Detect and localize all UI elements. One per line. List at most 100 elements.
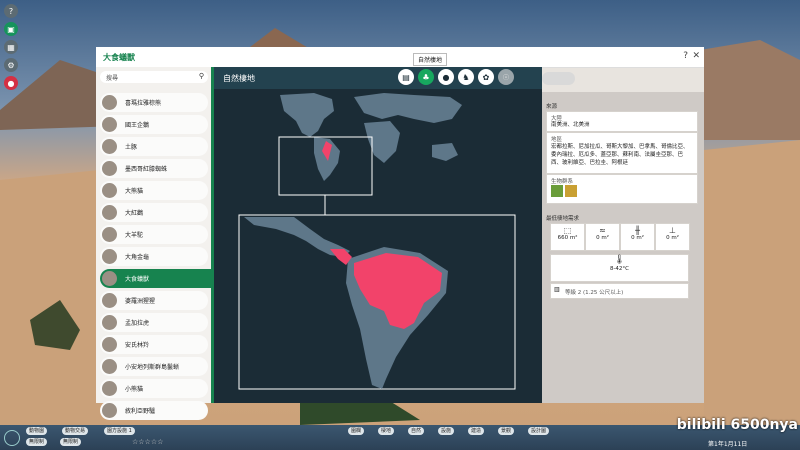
climbing-area-value: 0 m² [631,235,644,241]
continent-card: 大陸 南美洲、北美洲 [546,111,698,132]
tropical-biome-icon [551,185,563,197]
animal-avatar [102,315,117,330]
pin-button[interactable] [542,72,575,85]
habitat-tab-icon[interactable]: ♣ [418,69,434,85]
blueprint-button[interactable]: 設計圖 [528,427,550,435]
left-hud: ? ▣ ▦ ⚙ ● [4,4,20,94]
origin-label: 來源 [546,104,558,110]
habitat-button[interactable]: 棲地 [378,427,395,435]
water-area-stat: ≈0 m² [585,223,620,251]
animal-list-item[interactable]: 土豚 [100,137,208,156]
animal-name: 安氏林羚 [125,342,150,349]
rating-stars: ☆☆☆☆☆ [132,438,164,446]
animal-list-item[interactable]: 大食蟻獸 [100,269,212,288]
animal-list-item[interactable]: 大羊駝 [100,225,208,244]
calendar-icon[interactable]: ▦ [4,40,18,54]
biome-card: 生物群系 [546,174,698,204]
research-readout: 無限制 [60,438,82,446]
animal-list-item[interactable]: 墨西哥紅膝蜘蛛 [100,159,208,178]
info-tab-icon[interactable]: ▤ [398,69,414,85]
region-card: 地區 宏都拉斯、尼加拉瓜、哥斯大黎加、巴拿馬、哥倫比亞、委內瑞拉、厄瓜多、蓋亞那… [546,132,698,174]
animal-name: 孟加拉虎 [125,320,150,327]
animal-list-item[interactable]: 大熊貓 [100,181,208,200]
deep-water-stat: ⊥ 0 m² [655,223,690,251]
deep-water-icon: ⊥ [669,226,676,235]
animal-avatar [102,293,117,308]
help-button[interactable]: ? [683,51,688,61]
animal-avatar [102,337,117,352]
scenery-button[interactable]: 景觀 [498,427,515,435]
title-bar: 大食蟻獸 自然棲地 ? ✕ [96,47,704,68]
animal-avatar [102,381,117,396]
trade-button[interactable]: 動物交易 [62,427,89,435]
bilibili-watermark: bilibili 6500nya [676,417,798,433]
fence-card: ▥ 等級 2 (1.25 公尺以上) [550,283,689,299]
animal-avatar [102,95,117,110]
grassland-biome-icon [565,185,577,197]
north-america-shape [280,93,334,137]
fence-value: 等級 2 (1.25 公尺以上) [565,290,624,296]
facilities-button[interactable]: 園方設施 1 [104,427,135,435]
animal-list-item[interactable]: 大紅鸛 [100,203,208,222]
search-input[interactable]: 搜尋 ⚲ [100,71,208,83]
animal-list-item[interactable]: 安氏林羚 [100,335,208,354]
zoo-status-icon[interactable] [4,430,20,446]
animal-list-item[interactable]: 喜瑪拉雅棕熊 [100,93,208,112]
deep-water-value: 0 m² [666,235,679,241]
animal-avatar [102,139,117,154]
date-readout: 第1年1月11日 [708,441,748,448]
eurasia-shape [354,93,462,123]
details-panel: 來源 大陸 南美洲、北美洲 地區 宏都拉斯、尼加拉瓜、哥斯大黎加、巴拿馬、哥倫比… [542,92,704,403]
animal-avatar [102,403,117,418]
animal-list-item[interactable]: 小熊貓 [100,379,208,398]
animal-name: 小熊貓 [125,386,144,393]
animal-list-item[interactable]: 大角金龜 [100,247,208,266]
animal-name: 大食蟻獸 [125,276,150,283]
animal-avatar [102,161,117,176]
breeding-tab-icon[interactable]: ☉ [498,69,514,85]
staff-alert-icon[interactable]: ● [4,76,18,90]
animal-sidebar: 搜尋 ⚲ 喜瑪拉雅棕熊 國王企鵝土豚墨西哥紅膝蜘蛛 大熊貓大紅鸛大羊駝大角金龜大食蟻… [96,67,214,420]
temperature-value: 8-42°C [609,266,630,272]
nature-button[interactable]: 自然 [408,427,425,435]
settings-icon[interactable]: ⚙ [4,58,18,72]
animal-name: 土豚 [125,144,138,151]
australia-shape [432,143,458,161]
animal-list-item[interactable]: 小安地列斯群島鬣蜥 [100,357,208,376]
build-button[interactable]: 建造 [468,427,485,435]
animal-name: 墨西哥紅膝蜘蛛 [125,166,168,173]
animal-list-item[interactable]: 孟加拉虎 [100,313,208,332]
animal-name: 喜瑪拉雅棕熊 [125,100,162,107]
biome-label: 生物群系 [551,179,574,185]
main-header: 自然棲地 ▤ ♣ ● ♞ ✿ ☉ [214,67,542,89]
help-icon[interactable]: ? [4,4,18,18]
window-title: 大食蟻獸 [103,53,135,62]
animal-name: 國王企鵝 [125,122,150,129]
water-area-value: 0 m² [596,235,609,241]
section-title: 自然棲地 [223,74,255,83]
social-tab-icon[interactable]: ✿ [478,69,494,85]
animal-avatar [102,271,117,286]
enclosure-button[interactable]: 圍欄 [348,427,365,435]
animal-name: 大熊貓 [125,188,144,195]
money-readout: 無限制 [26,438,48,446]
thermometer-icon: 🌡 [613,255,626,265]
land-area-value: 660 m² [557,235,578,241]
continent-value: 南美洲、北美洲 [551,122,590,128]
animal-list-item[interactable]: 婆羅洲猩猩 [100,291,208,310]
zoo-button[interactable]: 動物園 [26,427,48,435]
zoopedia-icon[interactable]: ▣ [4,22,18,36]
fence-icon: ▥ [554,286,560,293]
close-button[interactable]: ✕ [692,51,700,61]
climbing-area-icon: ╫ [635,226,640,235]
animal-list-item[interactable]: 國王企鵝 [100,115,208,134]
land-area-icon: ⬚ [563,226,572,235]
enrichment-tab-icon[interactable]: ♞ [458,69,474,85]
region-value: 宏都拉斯、尼加拉瓜、哥斯大黎加、巴拿馬、哥倫比亞、委內瑞拉、厄瓜多、蓋亞那、蘇利… [551,144,689,166]
diet-tab-icon[interactable]: ● [438,69,454,85]
tab-tooltip: 自然棲地 [413,53,448,66]
animal-list-item[interactable]: 敘利亞野驢 [100,401,208,420]
animal-avatar [102,183,117,198]
africa-shape [364,121,400,163]
facility-button[interactable]: 設施 [438,427,455,435]
